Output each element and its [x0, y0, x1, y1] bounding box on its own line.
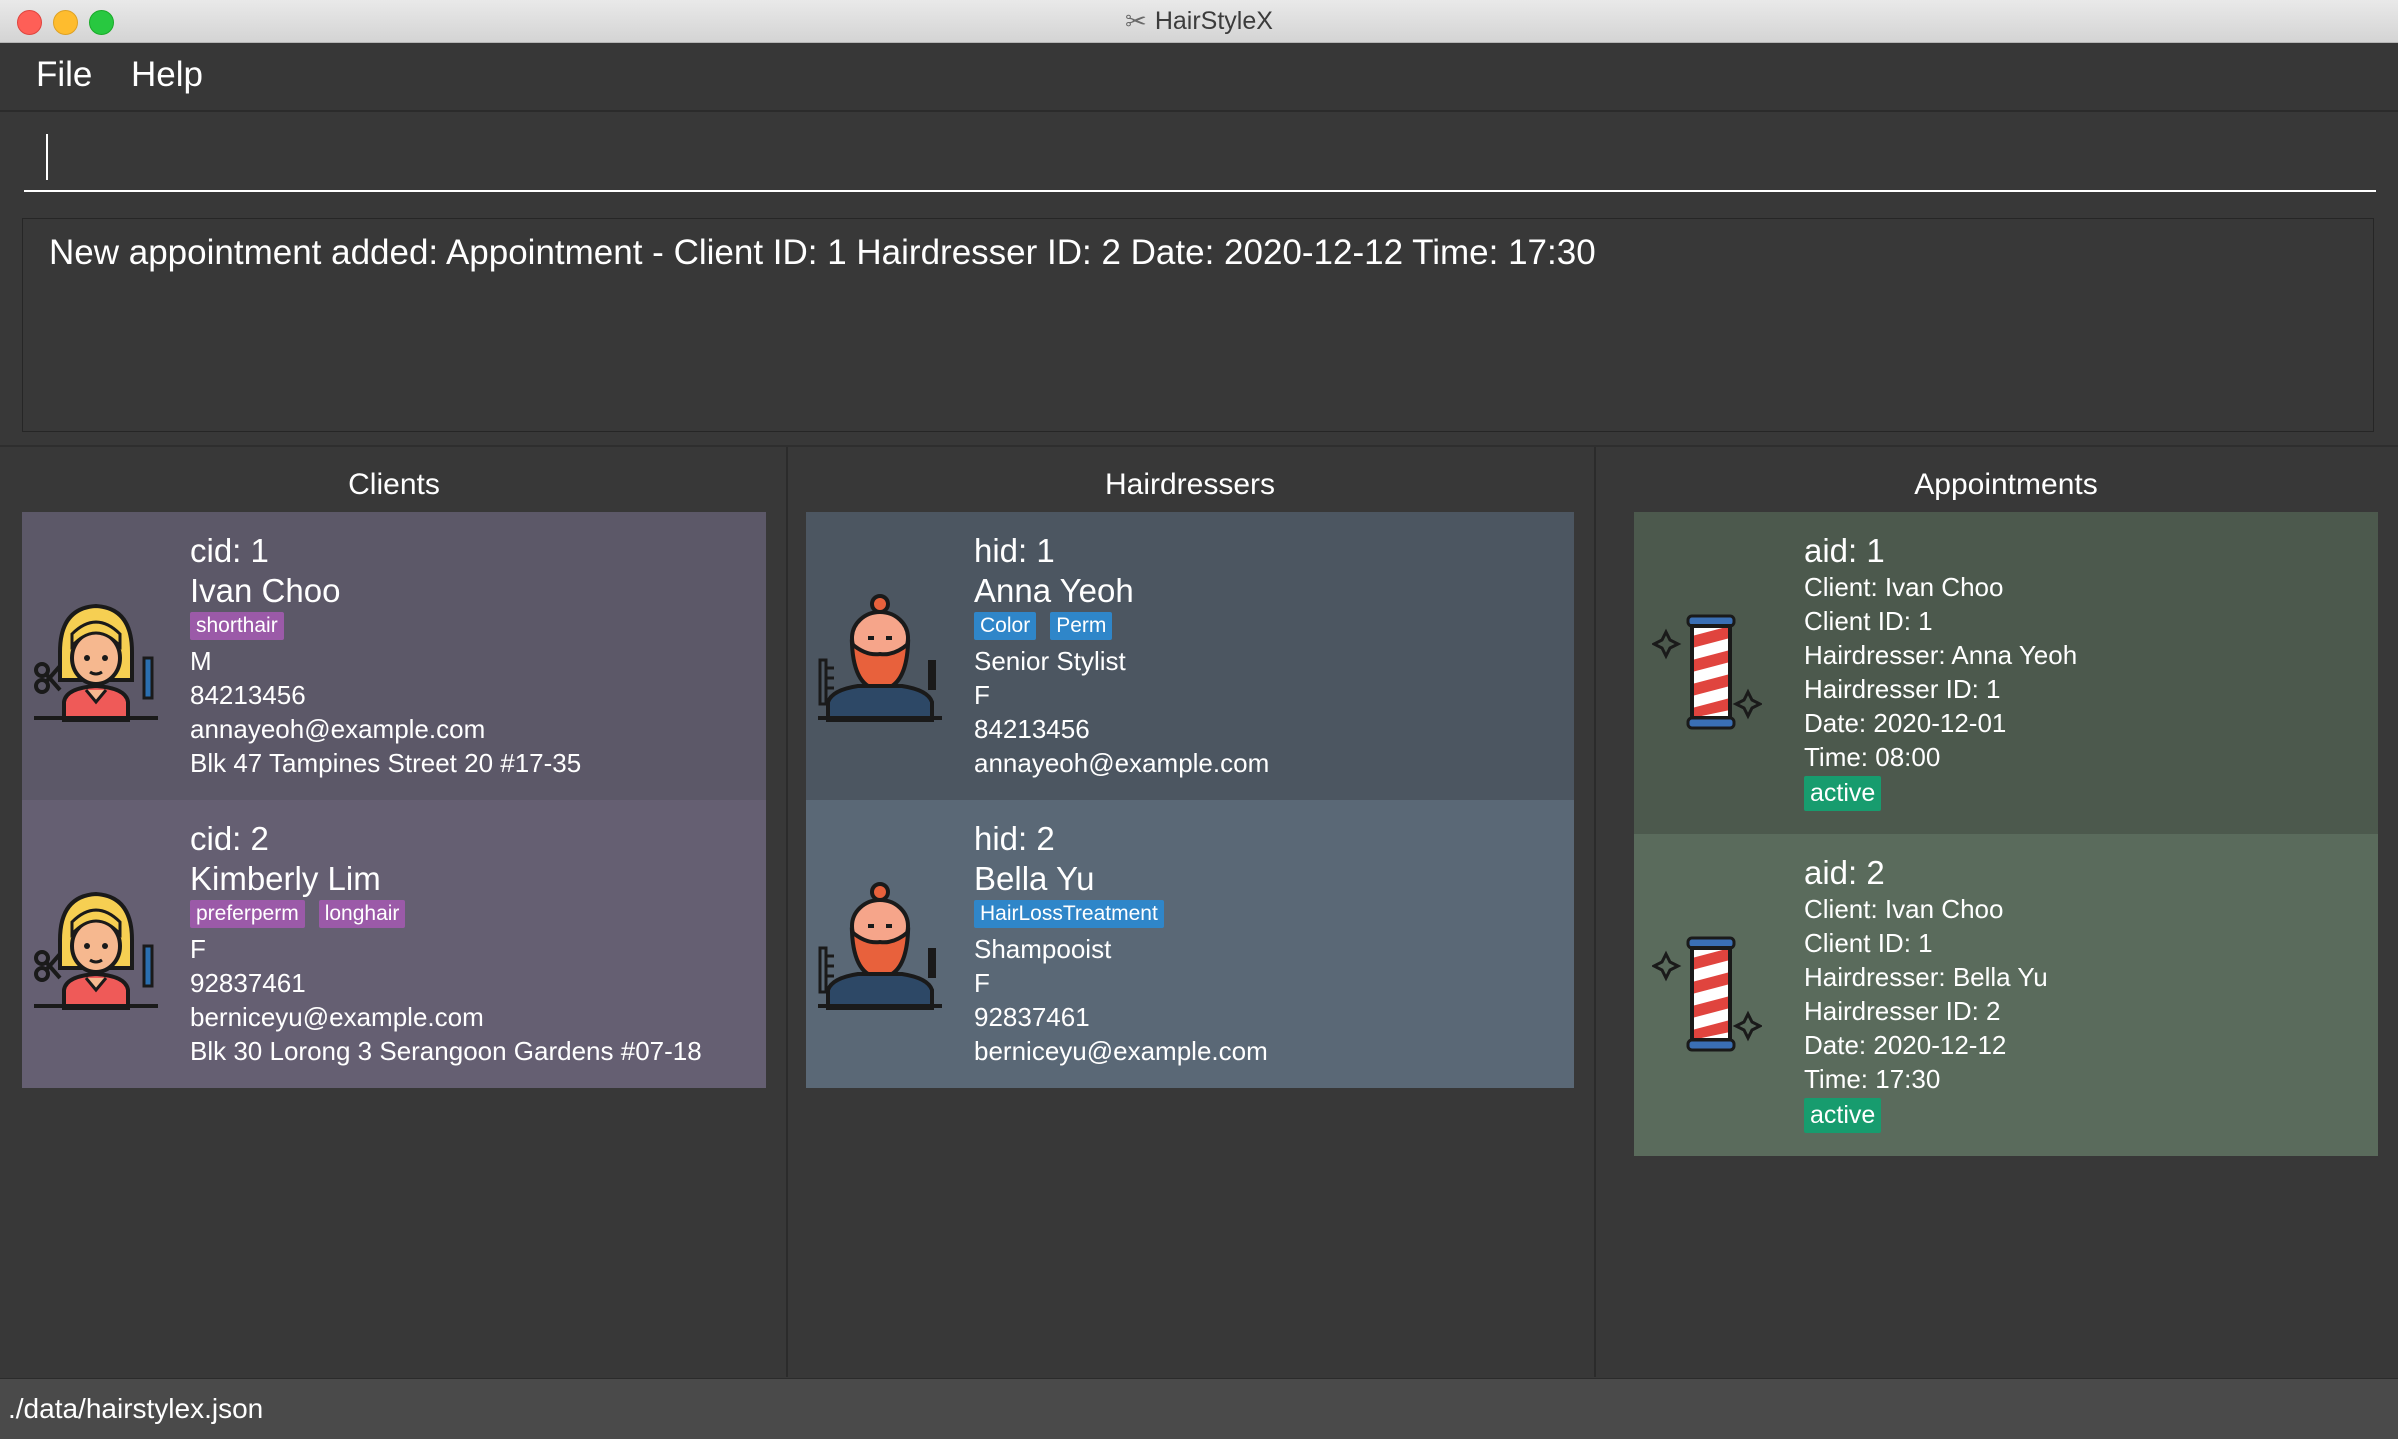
client-address: Blk 30 Lorong 3 Serangoon Gardens #07-18: [190, 1036, 702, 1066]
tag: Perm: [1050, 612, 1113, 640]
appointment-hairdresser: Hairdresser: Bella Yu: [1804, 962, 2048, 992]
client-tags: preferperm longhair: [190, 900, 419, 928]
tag: preferperm: [190, 900, 305, 928]
menu-bar: File Help: [0, 43, 2398, 112]
client-gender: F: [190, 934, 206, 964]
tag: shorthair: [190, 612, 284, 640]
client-gender: M: [190, 646, 212, 676]
bearded-barber-icon: [818, 882, 942, 1010]
appointment-id: aid: 1: [1804, 532, 1885, 569]
hairdresser-name: Bella Yu: [974, 860, 1095, 897]
text-caret: [46, 134, 48, 180]
female-stylist-icon: [34, 603, 158, 722]
bearded-barber-icon: [818, 594, 942, 722]
appointment-status: active: [1804, 776, 1895, 811]
barber-pole-icon: [1652, 614, 1762, 730]
appointment-card[interactable]: aid: 2 Client: Ivan Choo Client ID: 1 Ha…: [1634, 834, 2378, 1156]
hairdresser-phone: 84213456: [974, 714, 1090, 744]
client-card[interactable]: cid: 2 Kimberly Lim preferperm longhair F…: [22, 800, 766, 1088]
appointment-status: active: [1804, 1098, 1895, 1133]
appointment-hairdresser-id: Hairdresser ID: 1: [1804, 674, 2001, 704]
client-id: cid: 2: [190, 820, 269, 857]
hairdresser-gender: F: [974, 968, 990, 998]
hairdresser-phone: 92837461: [974, 1002, 1090, 1032]
hairdresser-id: hid: 1: [974, 532, 1055, 569]
hairdresser-title: Senior Stylist: [974, 646, 1126, 676]
hairdresser-title: Shampooist: [974, 934, 1112, 964]
client-email: berniceyu@example.com: [190, 1002, 484, 1032]
appointment-client: Client: Ivan Choo: [1804, 894, 2004, 924]
column-divider: [786, 447, 788, 1377]
hairdresser-id: hid: 2: [974, 820, 1055, 857]
appointment-client-id: Client ID: 1: [1804, 606, 1933, 636]
appointment-hairdresser-id: Hairdresser ID: 2: [1804, 996, 2001, 1026]
appointment-hairdresser: Hairdresser: Anna Yeoh: [1804, 640, 2078, 670]
client-name: Kimberly Lim: [190, 860, 381, 897]
appointment-date: Date: 2020-12-12: [1804, 1030, 2007, 1060]
tag: HairLossTreatment: [974, 900, 1164, 928]
menu-help[interactable]: Help: [131, 55, 203, 95]
female-stylist-icon: [34, 891, 158, 1010]
client-id: cid: 1: [190, 532, 269, 569]
appointment-time: Time: 17:30: [1804, 1064, 1941, 1094]
menu-file[interactable]: File: [36, 55, 92, 95]
hairdresser-tags: HairLossTreatment: [974, 900, 1178, 928]
result-message: New appointment added: Appointment - Cli…: [49, 233, 1596, 272]
tag: Color: [974, 612, 1037, 640]
status-bar: ./data/hairstylex.json: [0, 1378, 2398, 1439]
column-divider: [1594, 447, 1596, 1377]
hairdresser-email: berniceyu@example.com: [974, 1036, 1268, 1066]
client-address: Blk 47 Tampines Street 20 #17-35: [190, 748, 582, 778]
result-display: New appointment added: Appointment - Cli…: [22, 218, 2374, 432]
client-card[interactable]: cid: 1 Ivan Choo shorthair M 84213456 an…: [22, 512, 766, 800]
title-group: ✂ HairStyleX: [0, 0, 2398, 42]
command-box: [0, 112, 2398, 202]
data-file-path: ./data/hairstylex.json: [8, 1393, 264, 1424]
appointments-title: Appointments: [1914, 468, 2098, 501]
scissors-icon: ✂: [1125, 5, 1147, 36]
command-input[interactable]: [24, 126, 2376, 192]
client-phone: 84213456: [190, 680, 306, 710]
appointment-client: Client: Ivan Choo: [1804, 572, 2004, 602]
client-phone: 92837461: [190, 968, 306, 998]
title-bar: ✂ HairStyleX: [0, 0, 2398, 43]
status-badge: active: [1804, 776, 1882, 811]
appointment-date: Date: 2020-12-01: [1804, 708, 2007, 738]
client-email: annayeoh@example.com: [190, 714, 486, 744]
client-tags: shorthair: [190, 612, 298, 640]
hairdresser-card[interactable]: hid: 1 Anna Yeoh Color Perm Senior Stylis…: [806, 512, 1574, 800]
hairdresser-tags: Color Perm: [974, 612, 1126, 640]
appointment-card[interactable]: aid: 1 Client: Ivan Choo Client ID: 1 Ha…: [1634, 512, 2378, 834]
panel-divider: [0, 445, 2398, 447]
tag: longhair: [318, 900, 406, 928]
hairdresser-email: annayeoh@example.com: [974, 748, 1270, 778]
status-badge: active: [1804, 1098, 1882, 1133]
hairdressers-title: Hairdressers: [1104, 468, 1276, 501]
barber-pole-icon: [1652, 936, 1762, 1052]
hairdresser-name: Anna Yeoh: [974, 572, 1134, 609]
appointment-time: Time: 08:00: [1804, 742, 1941, 772]
appointment-client-id: Client ID: 1: [1804, 928, 1933, 958]
client-name: Ivan Choo: [190, 572, 341, 609]
clients-title: Clients: [348, 468, 440, 501]
appointment-id: aid: 2: [1804, 854, 1885, 891]
hairdresser-gender: F: [974, 680, 990, 710]
hairdresser-card[interactable]: hid: 2 Bella Yu HairLossTreatment Shampo…: [806, 800, 1574, 1088]
window-title: HairStyleX: [1154, 6, 1273, 35]
